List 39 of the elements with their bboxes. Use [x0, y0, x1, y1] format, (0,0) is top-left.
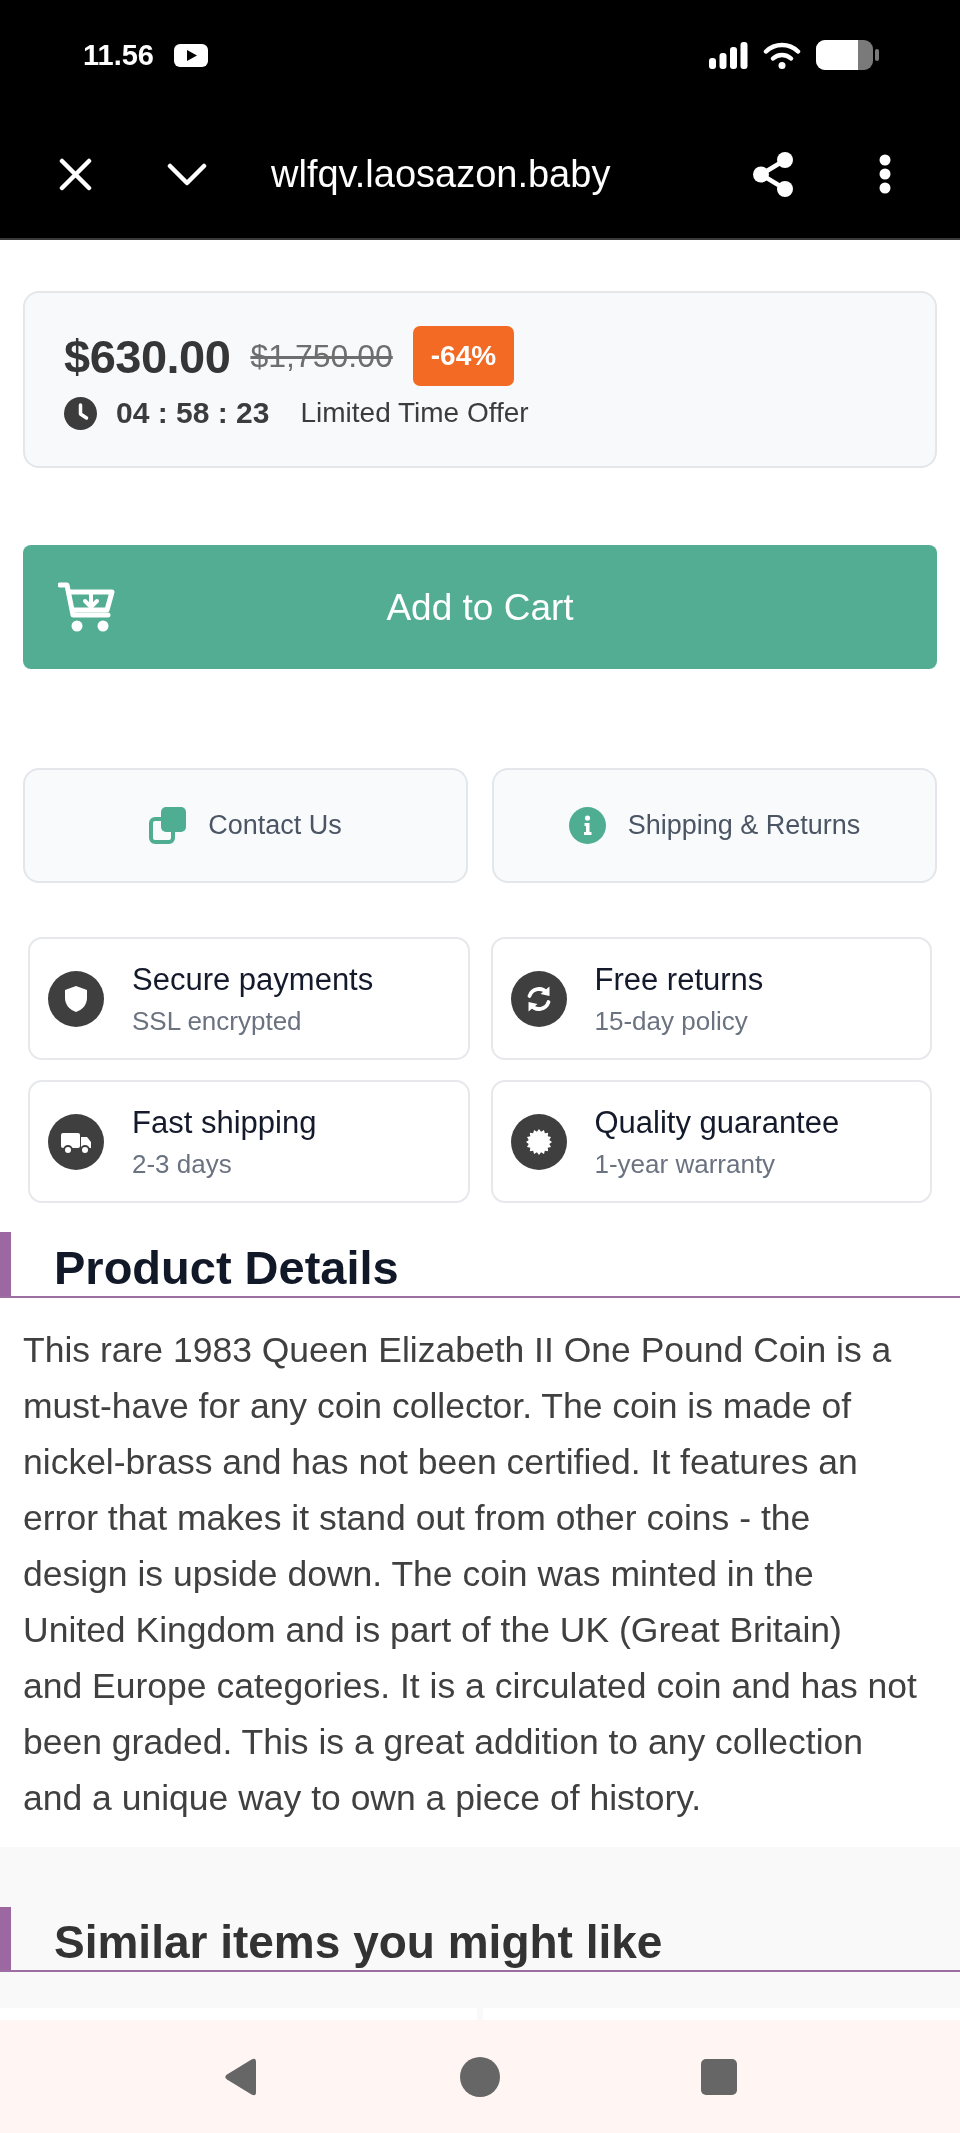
- feature-subtitle: 15-day policy: [594, 1004, 749, 1037]
- shield-icon: [48, 970, 104, 1027]
- more-icon[interactable]: [879, 154, 891, 194]
- shipping-returns-button[interactable]: Shipping & Returns: [492, 768, 937, 883]
- info-icon: [568, 807, 606, 844]
- overlapping-squares-icon: [149, 807, 187, 844]
- feature-subtitle: SSL encrypted: [132, 1004, 303, 1037]
- discount-badge: -64%: [412, 326, 515, 386]
- seal-icon: [510, 1113, 567, 1170]
- back-icon[interactable]: [223, 2056, 259, 2097]
- page-url: wlfqv.laosazon.baby: [271, 155, 611, 193]
- status-time: 11.56: [83, 40, 154, 70]
- section-heading: Similar items you might like: [54, 1915, 663, 1970]
- sale-price: $630.00: [64, 332, 231, 380]
- battery-icon: [816, 40, 879, 70]
- share-icon[interactable]: [752, 151, 794, 197]
- close-icon[interactable]: [59, 157, 92, 191]
- feature-title: Quality guarantee: [594, 1103, 840, 1142]
- countdown-timer: 04 : 58 : 23: [116, 398, 270, 428]
- refresh-icon: [510, 970, 567, 1027]
- feature-title: Free returns: [594, 960, 764, 999]
- truck-icon: [48, 1113, 104, 1170]
- offer-label: Limited Time Offer: [300, 399, 529, 427]
- description-text: This rare 1983 Queen Elizabeth II One Pound Coin is a must-have for any coin collector. The coin is made of nickel-brass and has not been certified. It features an error that makes it stand out from other coins - the design is upside down. The coin was minted in the United Kingdom and is part of the UK (Great Britain) and Europe categories. It is a circulated coin and has not been graded. This is a great addition to any collection and a unique way to own a piece of history.: [23, 1329, 917, 1820]
- feature-subtitle: 2-3 days: [132, 1147, 233, 1180]
- cart-icon: [58, 582, 115, 632]
- section-heading: Product Details: [54, 1240, 399, 1296]
- play-icon: [174, 43, 208, 67]
- chevron-down-icon[interactable]: [167, 162, 207, 186]
- contact-button[interactable]: Contact Us: [23, 768, 468, 883]
- signal-icon: [709, 41, 748, 69]
- feature-subtitle: 1-year warranty: [594, 1147, 777, 1180]
- feature-title: Secure payments: [132, 960, 374, 999]
- recents-icon[interactable]: [701, 2058, 737, 2095]
- original-price: $1,750.00: [250, 340, 393, 372]
- feature-title: Fast shipping: [132, 1103, 317, 1142]
- wifi-icon: [763, 41, 801, 69]
- clock-icon: [64, 396, 97, 430]
- home-icon[interactable]: [460, 2056, 500, 2097]
